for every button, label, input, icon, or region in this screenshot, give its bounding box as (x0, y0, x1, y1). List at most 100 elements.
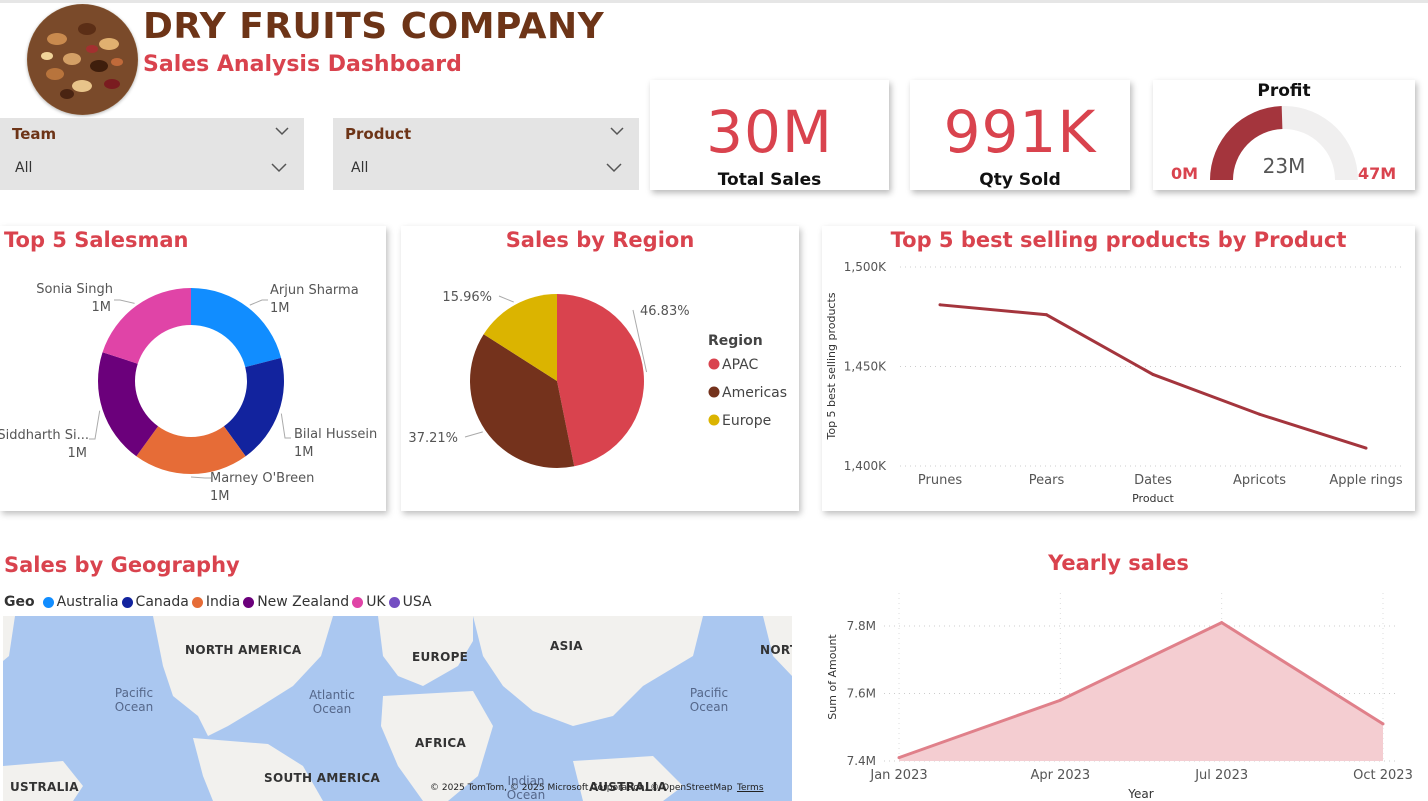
product-point-apricots (1258, 412, 1261, 416)
map-label-australia-left: USTRALIA (10, 780, 79, 794)
dashboard-subtitle: Sales Analysis Dashboard (143, 52, 462, 77)
legend-dot (243, 596, 255, 608)
chevron-down-icon[interactable] (610, 127, 624, 136)
map-label-north-america: NORTH AMERICA (185, 643, 302, 657)
qty-sold-card: 991K Qty Sold (910, 80, 1130, 190)
x-axis-title: Year (1127, 787, 1153, 801)
legend-label: UK (366, 594, 386, 610)
donut-label-name: Marney O'Breen (210, 471, 314, 486)
donut-label-value: 1M (294, 445, 314, 460)
yearly-point-oct-2023 (1381, 722, 1385, 726)
top-border (0, 0, 1428, 3)
pie-label: 46.83% (640, 304, 690, 319)
donut-leader-line (190, 476, 211, 479)
legend-item-australia[interactable]: Australia (42, 594, 119, 610)
geo-legend-title: Geo (4, 594, 35, 610)
donut-label-name: Sonia Singh (36, 282, 113, 297)
chevron-down-icon[interactable] (275, 127, 289, 136)
x-tick-label: Apple rings (1329, 473, 1403, 488)
product-slicer[interactable]: Product All (333, 118, 639, 190)
legend-label: New Zealand (257, 594, 350, 610)
donut-label-value: 1M (210, 489, 230, 504)
team-slicer-value[interactable]: All (15, 160, 32, 176)
pie-label: 15.96% (442, 290, 492, 305)
donut-leader-line (89, 410, 101, 440)
region-pie-chart[interactable]: 46.83% 37.21% 15.96% Region APAC Americas Euro… (401, 226, 799, 511)
region-legend-dot-americas (708, 386, 720, 398)
region-legend-dot-apac (708, 358, 720, 370)
map-label-europe: EUROPE (412, 650, 469, 664)
product-slicer-value[interactable]: All (351, 160, 368, 176)
region-legend-label-americas: Americas (722, 385, 787, 401)
region-legend-dot-europe (708, 414, 720, 426)
donut-label-name: Bilal Hussein (294, 427, 377, 442)
donut-label-value: 1M (68, 446, 88, 461)
yearly-sales-title: Yearly sales (1048, 551, 1189, 575)
team-slicer-label: Team (12, 125, 57, 143)
donut-label-name: Arjun Sharma (270, 283, 359, 298)
company-name: DRY FRUITS COMPANY (143, 6, 605, 47)
qty-sold-value: 991K (943, 98, 1097, 166)
total-sales-value: 30M (706, 98, 833, 166)
y-tick-label: 7.6M (847, 687, 876, 701)
x-tick-label: Oct 2023 (1353, 768, 1413, 783)
salesman-donut-chart[interactable]: Arjun Sharma 1M Bilal Hussein 1M Marney O'Br… (0, 226, 386, 511)
donut-label-value: 1M (92, 300, 112, 315)
y-axis-title: Sum of Amount (826, 634, 839, 720)
profit-card: Profit 0M 47M 23M (1153, 80, 1415, 190)
legend-label: Canada (135, 594, 189, 610)
y-tick-label: 1,450K (844, 360, 887, 374)
yearly-point-jul-2023 (1220, 621, 1224, 625)
gauge-value: 23M (1262, 154, 1306, 178)
total-sales-card: 30M Total Sales (650, 80, 889, 190)
product-point-pears (1045, 313, 1048, 317)
top-salesman-panel: Top 5 Salesman Arjun Sharma 1M Bilal Husse… (0, 226, 386, 511)
chevron-down-icon[interactable] (271, 163, 287, 173)
team-slicer[interactable]: Team All (0, 118, 304, 190)
y-tick-label: 7.4M (847, 754, 876, 768)
x-tick-label: Apr 2023 (1030, 768, 1090, 783)
yearly-point-apr-2023 (1058, 698, 1062, 702)
legend-label: India (205, 594, 241, 610)
donut-leader-line (114, 299, 135, 304)
donut-slice-sonia-singh (102, 288, 191, 364)
legend-item-new-zealand[interactable]: New Zealand (243, 594, 349, 610)
yearly-sales-area (899, 622, 1383, 761)
legend-label: USA (402, 594, 432, 610)
region-legend-label-apac: APAC (722, 357, 758, 373)
geo-legend: Geo Australia Canada India New Zealand U… (4, 592, 435, 612)
map-terms-link[interactable]: Terms (737, 783, 764, 793)
map-attribution: © 2025 TomTom, © 2025 Microsoft Corporat… (430, 783, 733, 793)
x-tick-label: Jul 2023 (1194, 768, 1248, 783)
pie-slice-apac (557, 294, 644, 467)
top-products-line-chart[interactable]: 1,400K 1,450K 1,500K Prunes Pears Dates Aprico… (822, 226, 1415, 511)
x-tick-label: Prunes (918, 473, 962, 488)
region-legend-title: Region (708, 333, 763, 349)
donut-label-value: 1M (270, 301, 290, 316)
legend-item-usa[interactable]: USA (388, 594, 432, 610)
yearly-sales-area-chart[interactable]: 7.4M 7.6M 7.8M Jan 2023 Apr 2023 Jul 2023 Oct … (822, 581, 1415, 801)
product-point-prunes (938, 303, 942, 307)
sales-by-geography-title: Sales by Geography (4, 553, 240, 577)
y-tick-label: 7.8M (847, 619, 876, 633)
donut-leader-line (249, 299, 268, 306)
legend-item-canada[interactable]: Canada (121, 594, 189, 610)
legend-item-uk[interactable]: UK (352, 594, 386, 610)
legend-dot (352, 596, 364, 608)
total-sales-label: Total Sales (717, 170, 822, 190)
product-point-apple-rings (1364, 446, 1368, 450)
legend-dot (191, 596, 203, 608)
map-label-africa: AFRICA (415, 736, 467, 750)
x-axis-title: Product (1132, 492, 1174, 505)
dry-fruits-logo (27, 4, 138, 115)
map-label-pacific-left: Pacific Ocean (114, 686, 154, 714)
chevron-down-icon[interactable] (606, 163, 622, 173)
yearly-point-jan-2023 (897, 756, 901, 760)
x-tick-label: Pears (1029, 473, 1065, 488)
pie-leader-line (464, 431, 483, 438)
world-map[interactable]: NORTH AMERICA EUROPE ASIA NORT AFRICA SO… (3, 616, 792, 801)
donut-leader-line (280, 413, 291, 439)
map-label-south-america: SOUTH AMERICA (264, 771, 381, 785)
sales-by-region-panel: Sales by Region 46.83% 37.21% 15.96% Region… (401, 226, 799, 511)
legend-item-india[interactable]: India (191, 594, 241, 610)
